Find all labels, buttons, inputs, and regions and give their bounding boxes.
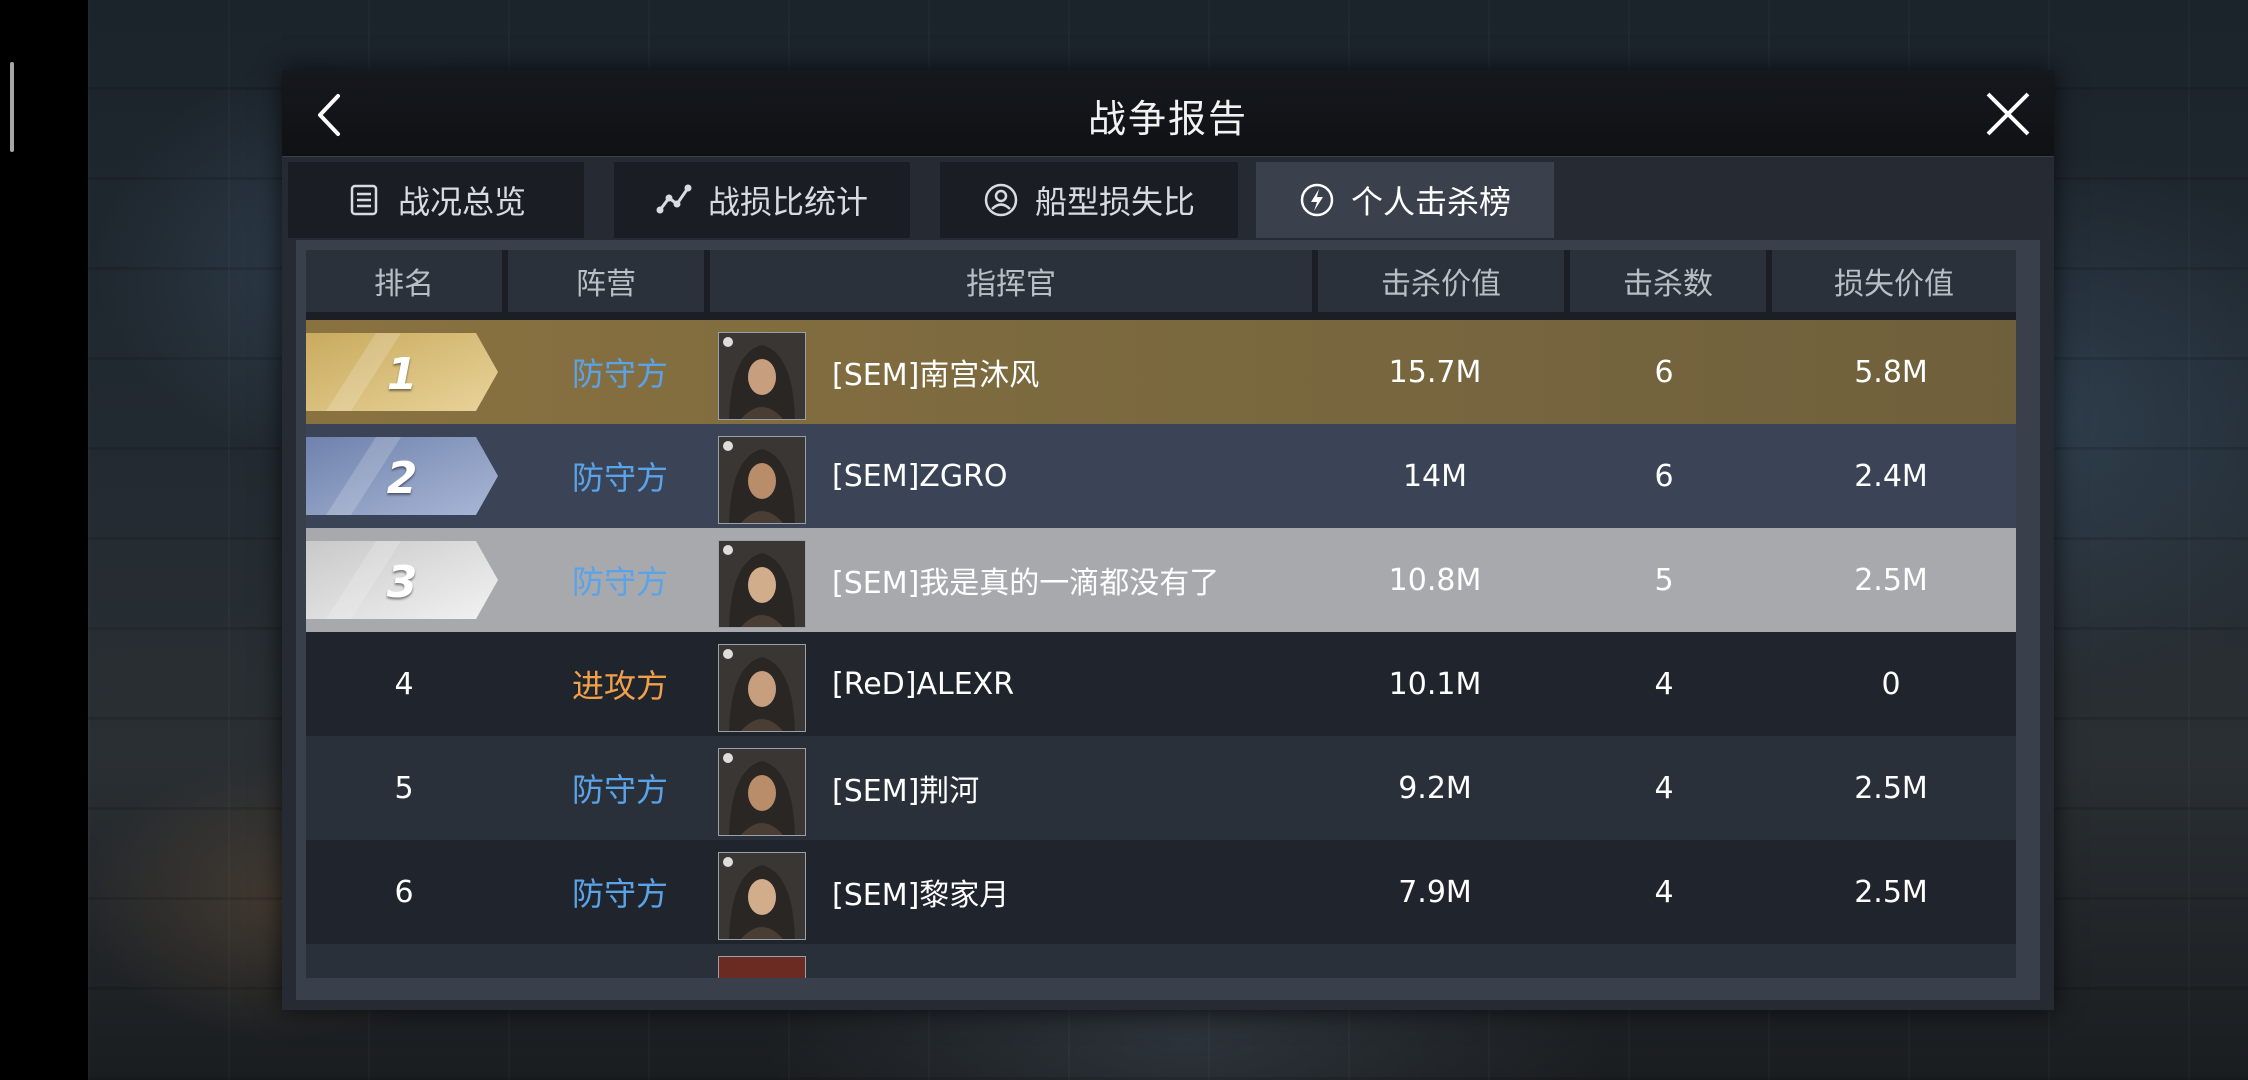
war-report-panel: 战争报告 战况总览 战损比统计 船型损失比 个人击杀榜 排名 阵营 指挥官 击杀… <box>282 70 2054 1010</box>
rank-number: 1 <box>386 349 418 400</box>
avatar-portrait-icon <box>719 541 805 627</box>
rank-badge: 3 <box>306 541 498 619</box>
kill-value-cell: 7.9M <box>1398 874 1472 910</box>
ship-type-icon <box>984 183 1018 217</box>
loss-value-cell: 5.8M <box>1854 354 1928 390</box>
close-button[interactable] <box>1980 86 2036 142</box>
avatar-portrait-icon <box>719 645 805 731</box>
commander-name: [ReD]ALEXR <box>832 666 1015 702</box>
kills-cell: 6 <box>1654 458 1674 494</box>
close-icon <box>1986 92 2030 136</box>
commander-avatar[interactable] <box>718 436 806 524</box>
kill-value-cell: 15.7M <box>1388 354 1482 390</box>
avatar-portrait-icon <box>719 853 805 939</box>
panel-header: 战争报告 <box>282 70 2054 157</box>
loss-value-cell: 2.5M <box>1854 562 1928 598</box>
kill-value-cell: 14M <box>1402 458 1468 494</box>
kill-value-cell: 10.1M <box>1388 666 1482 702</box>
table-row[interactable]: 5 防守方 [SEM]荆河 9.2M 4 2.5M <box>306 736 2016 840</box>
header-kills: 击杀数 <box>1570 250 1766 312</box>
rank-badge: 2 <box>306 437 498 515</box>
rank-cell: 5 <box>394 770 414 806</box>
side-drag-handle[interactable] <box>10 62 14 152</box>
commander-name: [SEM]我是真的一滴都没有了 <box>832 566 1220 601</box>
kills-cell: 5 <box>1654 562 1674 598</box>
camp-cell: 防守方 <box>571 355 668 393</box>
tab-personal-kills[interactable]: 个人击杀榜 <box>1256 162 1554 238</box>
kill-value-cell: 9.2M <box>1398 770 1472 806</box>
page-title: 战争报告 <box>1087 97 1248 141</box>
commander-avatar[interactable] <box>718 852 806 940</box>
rank-cell: 6 <box>394 874 414 910</box>
camp-cell: 防守方 <box>571 771 668 809</box>
header-commander: 指挥官 <box>710 250 1312 312</box>
commander-name: [SEM]南宫沐风 <box>832 358 1040 393</box>
kill-value-cell: 10.8M <box>1388 562 1482 598</box>
camp-cell: 防守方 <box>571 459 668 497</box>
header-loss-value: 损失价值 <box>1772 250 2016 312</box>
commander-avatar[interactable] <box>718 332 806 420</box>
tab-ship-type[interactable]: 船型损失比 <box>940 162 1238 238</box>
ranking-table: 排名 阵营 指挥官 击杀价值 击杀数 损失价值 1 防守方 [SEM]南宫沐风 … <box>296 240 2040 1000</box>
camp-cell: 防守方 <box>571 563 668 601</box>
avatar-portrait-icon <box>719 749 805 835</box>
ranking-table-body[interactable]: 排名 阵营 指挥官 击杀价值 击杀数 损失价值 1 防守方 [SEM]南宫沐风 … <box>306 250 2016 978</box>
kills-cell: 6 <box>1654 354 1674 390</box>
rank-cell: 2 <box>306 424 502 528</box>
table-header: 排名 阵营 指挥官 击杀价值 击杀数 损失价值 <box>306 250 2016 316</box>
rank-cell: 4 <box>394 666 414 702</box>
header-camp: 阵营 <box>508 250 704 312</box>
header-kill-value: 击杀价值 <box>1318 250 1564 312</box>
tab-ship-type-label: 船型损失比 <box>1034 183 1195 221</box>
rank-badge: 1 <box>306 333 498 411</box>
loss-value-cell: 2.5M <box>1854 874 1928 910</box>
camp-cell: 防守方 <box>571 875 668 913</box>
rank-cell: 3 <box>306 528 502 632</box>
commander-name: [SEM]荆河 <box>832 774 980 809</box>
rank-number: 3 <box>386 557 418 608</box>
loss-value-cell: 2.4M <box>1854 458 1928 494</box>
camp-cell: 进攻方 <box>571 667 668 705</box>
table-row-partial[interactable] <box>306 944 2016 978</box>
line-chart-icon <box>656 184 692 214</box>
table-row[interactable]: 6 防守方 [SEM]黎家月 7.9M 4 2.5M <box>306 840 2016 944</box>
kills-cell: 4 <box>1654 874 1674 910</box>
commander-avatar[interactable] <box>718 956 806 978</box>
tab-loss-ratio[interactable]: 战损比统计 <box>614 162 910 238</box>
rank-number: 2 <box>386 453 418 504</box>
commander-name: [SEM]ZGRO <box>832 458 1008 494</box>
tab-overview[interactable]: 战况总览 <box>288 162 584 238</box>
tab-personal-kills-label: 个人击杀榜 <box>1350 183 1511 221</box>
loss-value-cell: 2.5M <box>1854 770 1928 806</box>
table-row[interactable]: 1 防守方 [SEM]南宫沐风 15.7M 6 5.8M <box>306 320 2016 424</box>
header-rank: 排名 <box>306 250 502 312</box>
tab-loss-ratio-label: 战损比统计 <box>707 183 868 221</box>
tab-overview-label: 战况总览 <box>397 183 526 221</box>
commander-avatar[interactable] <box>718 540 806 628</box>
avatar-portrait-icon <box>719 437 805 523</box>
lightning-circle-icon <box>1300 183 1334 217</box>
table-row[interactable]: 3 防守方 [SEM]我是真的一滴都没有了 10.8M 5 2.5M <box>306 528 2016 632</box>
rank-cell: 1 <box>306 320 502 424</box>
document-list-icon <box>350 184 378 216</box>
kills-cell: 4 <box>1654 770 1674 806</box>
commander-name: [SEM]黎家月 <box>832 878 1010 913</box>
loss-value-cell: 0 <box>1881 666 1901 702</box>
kills-cell: 4 <box>1654 666 1674 702</box>
avatar-portrait-icon <box>719 333 805 419</box>
table-row[interactable]: 2 防守方 [SEM]ZGRO 14M 6 2.4M <box>306 424 2016 528</box>
commander-avatar[interactable] <box>718 644 806 732</box>
table-row[interactable]: 4 进攻方 [ReD]ALEXR 10.1M 4 0 <box>306 632 2016 736</box>
commander-avatar[interactable] <box>718 748 806 836</box>
